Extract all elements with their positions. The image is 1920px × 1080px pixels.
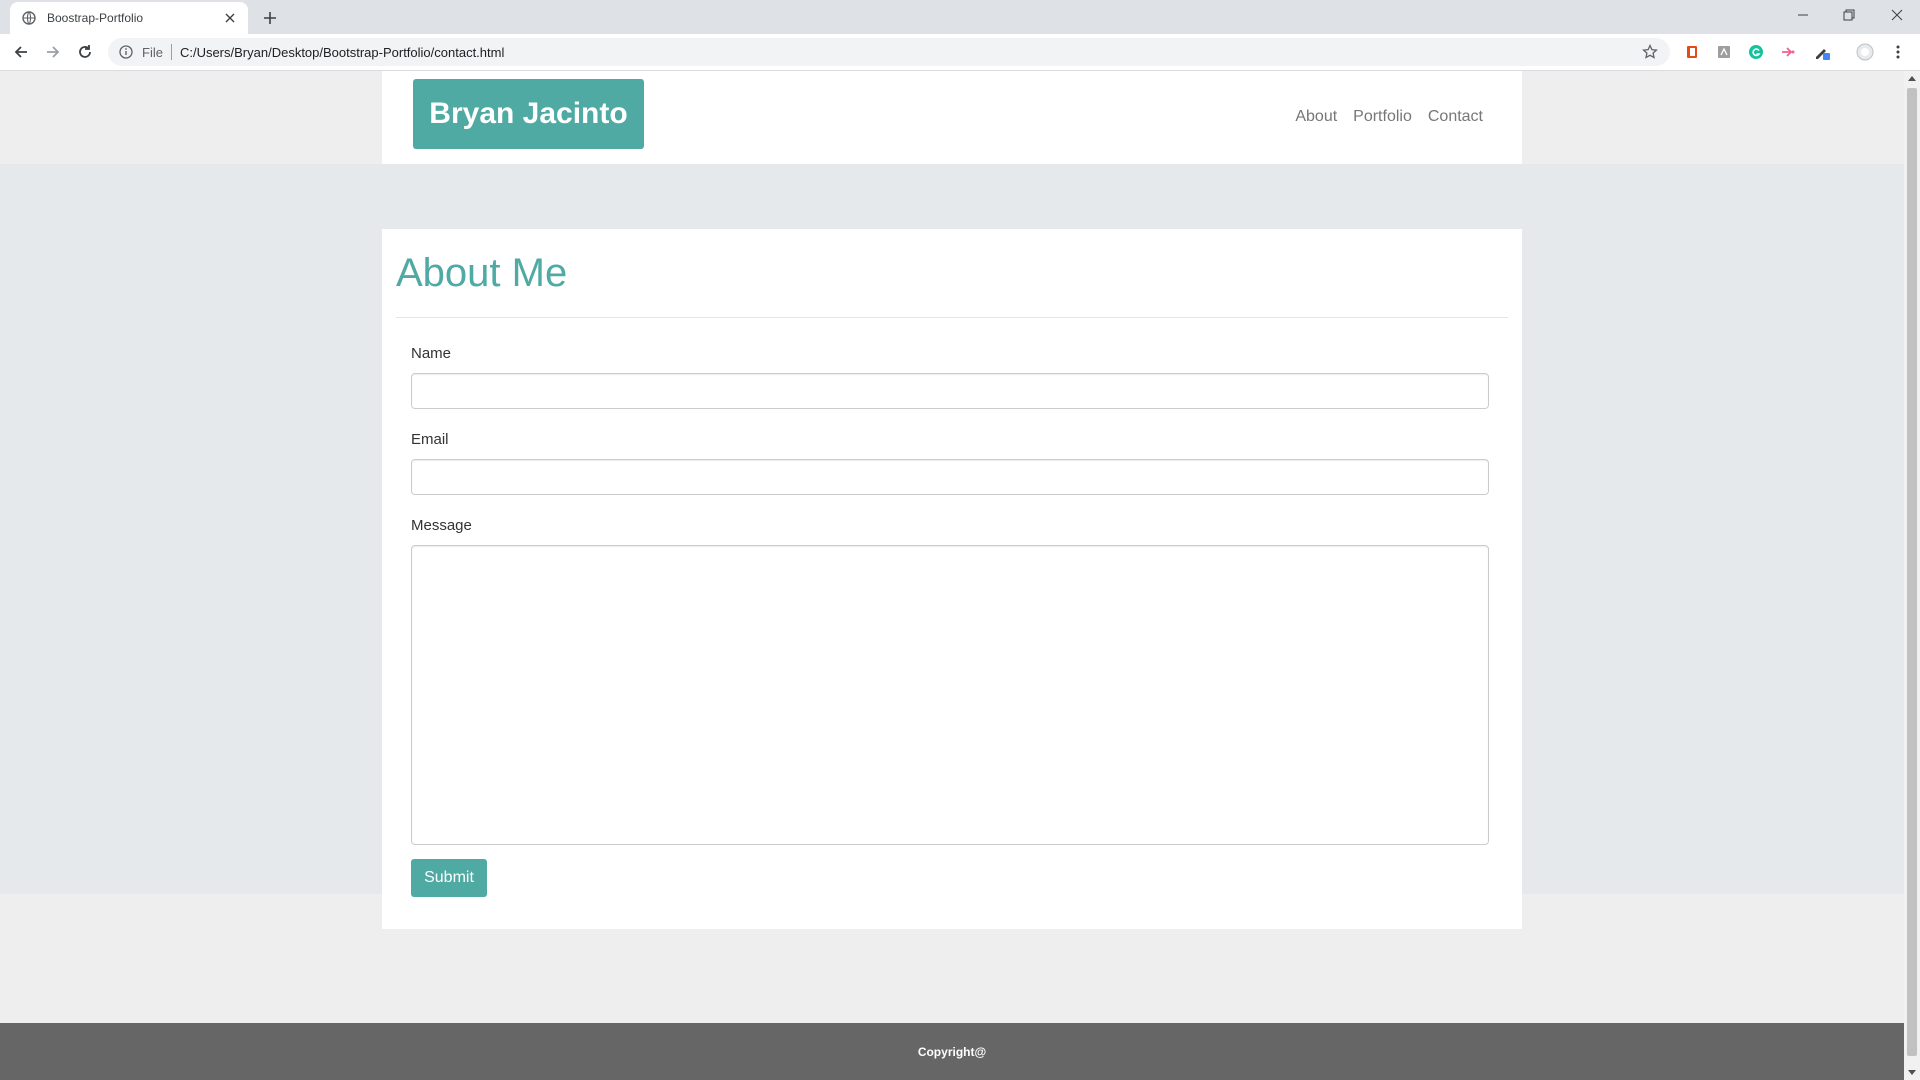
tab-title: Boostrap-Portfolio <box>47 11 144 25</box>
grammarly-icon[interactable] <box>1746 42 1766 62</box>
site-footer: Copyright@ <box>0 1023 1904 1080</box>
forward-icon[interactable] <box>41 40 65 64</box>
address-bar[interactable]: File C:/Users/Bryan/Desktop/Bootstrap-Po… <box>108 38 1670 66</box>
restore-icon[interactable] <box>1826 0 1872 30</box>
pen-extension-icon[interactable] <box>1812 42 1832 62</box>
email-field[interactable] <box>411 459 1489 495</box>
nav-link-contact[interactable]: Contact <box>1428 108 1483 126</box>
scrollbar-thumb[interactable] <box>1907 88 1917 1056</box>
name-label: Name <box>411 345 452 362</box>
page-title: About Me <box>396 251 568 295</box>
info-icon[interactable] <box>118 44 134 60</box>
copyright-text: Copyright@ <box>917 1044 987 1059</box>
name-field[interactable] <box>411 373 1489 409</box>
minimize-icon[interactable] <box>1780 0 1826 30</box>
scroll-down-icon[interactable] <box>1904 1066 1920 1080</box>
page-scrollbar[interactable] <box>1904 71 1920 1080</box>
reload-icon[interactable] <box>73 40 97 64</box>
nav-link-about[interactable]: About <box>1295 108 1337 126</box>
menu-icon[interactable] <box>1888 42 1908 62</box>
back-icon[interactable] <box>9 40 33 64</box>
pdf-extension-icon[interactable] <box>1714 42 1734 62</box>
plus-icon[interactable] <box>258 6 282 30</box>
cast-extension-icon[interactable] <box>1778 42 1798 62</box>
tab-strip: Boostrap-Portfolio <box>0 0 1920 34</box>
nav-links: About Portfolio Contact <box>1295 108 1483 126</box>
star-icon[interactable] <box>1640 42 1660 62</box>
contact-card: About Me Name Email Message Submit <box>382 229 1522 929</box>
email-label: Email <box>411 431 449 448</box>
brand-logo[interactable]: Bryan Jacinto <box>413 79 644 149</box>
browser-toolbar: File C:/Users/Bryan/Desktop/Bootstrap-Po… <box>0 34 1920 71</box>
title-divider <box>396 317 1508 318</box>
message-label: Message <box>411 517 472 534</box>
page-viewport: Bryan Jacinto About Portfolio Contact Ab… <box>0 71 1904 1080</box>
close-icon[interactable] <box>220 8 240 28</box>
close-window-icon[interactable] <box>1874 0 1920 30</box>
address-scheme-label: File <box>142 44 163 60</box>
site-navbar: Bryan Jacinto About Portfolio Contact <box>382 71 1522 164</box>
address-separator <box>170 44 172 60</box>
message-field[interactable] <box>411 545 1489 845</box>
office-extension-icon[interactable] <box>1682 42 1702 62</box>
submit-button[interactable]: Submit <box>411 859 487 897</box>
nav-link-portfolio[interactable]: Portfolio <box>1353 108 1412 126</box>
address-url[interactable]: C:/Users/Bryan/Desktop/Bootstrap-Portfol… <box>180 45 1640 60</box>
profile-icon[interactable] <box>1855 42 1875 62</box>
globe-icon <box>21 10 37 26</box>
browser-tab[interactable]: Boostrap-Portfolio <box>10 2 248 34</box>
scroll-up-icon[interactable] <box>1904 71 1920 85</box>
